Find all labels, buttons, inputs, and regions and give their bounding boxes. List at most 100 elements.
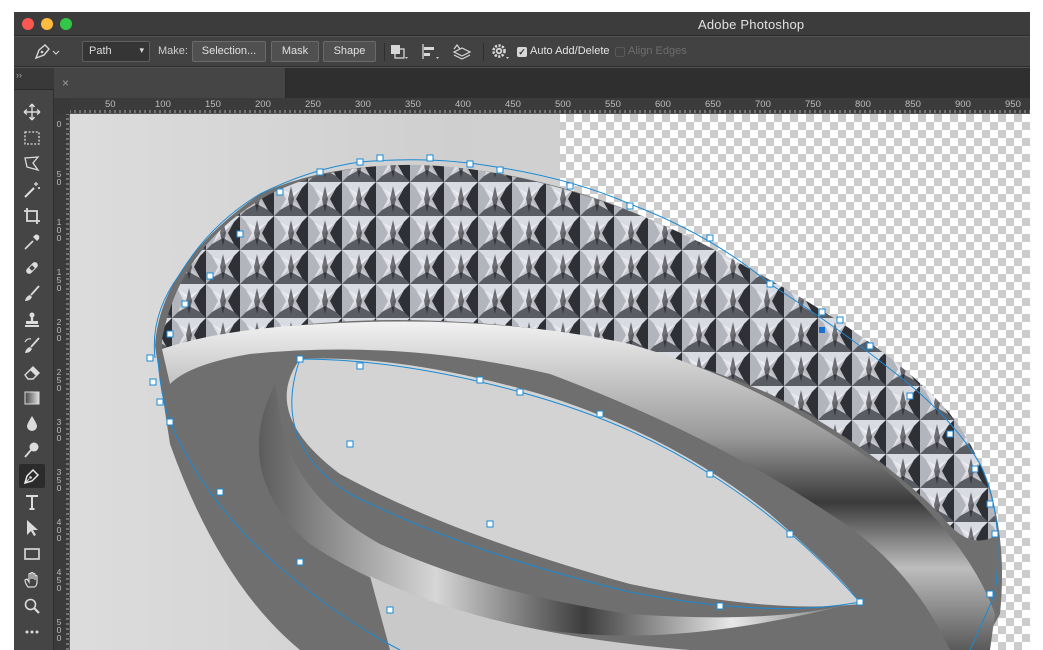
anchor-point[interactable] xyxy=(236,230,244,238)
ruler-label: 850 xyxy=(905,99,921,110)
tool-stamp[interactable] xyxy=(19,308,45,332)
anchor-point[interactable] xyxy=(986,590,994,598)
align-edges-label: Align Edges xyxy=(628,45,687,57)
align-edges-checkbox[interactable] xyxy=(615,47,625,57)
anchor-point[interactable] xyxy=(386,606,394,614)
anchor-point[interactable] xyxy=(906,392,914,400)
anchor-point[interactable] xyxy=(626,202,634,210)
tool-magic-wand[interactable] xyxy=(19,178,45,202)
ruler-label: 100 xyxy=(155,99,171,110)
minimize-window-button[interactable] xyxy=(41,18,53,30)
document-tab-bar: × xyxy=(54,68,1030,98)
anchor-point[interactable] xyxy=(216,488,224,496)
anchor-point[interactable] xyxy=(818,308,826,316)
tool-dodge[interactable] xyxy=(19,438,45,462)
ruler-label: 950 xyxy=(1005,99,1021,110)
tool-eraser[interactable] xyxy=(19,360,45,384)
anchor-point[interactable] xyxy=(706,234,714,242)
auto-add-delete-checkbox[interactable]: ✓ xyxy=(517,47,527,57)
anchor-point[interactable] xyxy=(516,388,524,396)
anchor-point[interactable] xyxy=(836,316,844,324)
tool-lasso[interactable] xyxy=(19,152,45,176)
path-arrangement-icon xyxy=(452,44,472,60)
tool-type[interactable] xyxy=(19,490,45,514)
tool-marquee[interactable] xyxy=(19,126,45,150)
document-canvas[interactable] xyxy=(70,114,1030,650)
anchor-point[interactable] xyxy=(296,558,304,566)
path-alignment-button[interactable] xyxy=(419,43,441,61)
anchor-point[interactable] xyxy=(476,376,484,384)
pen-mode-select[interactable]: Path ▾ xyxy=(82,41,150,62)
maximize-window-button[interactable] xyxy=(60,18,72,30)
anchor-point[interactable] xyxy=(356,362,364,370)
ruler-label: 0 xyxy=(56,119,62,129)
anchor-point[interactable] xyxy=(566,182,574,190)
anchor-point[interactable] xyxy=(986,500,994,508)
ruler-origin[interactable] xyxy=(54,98,70,114)
tool-preset-picker[interactable] xyxy=(32,42,60,62)
anchor-point[interactable] xyxy=(971,465,979,473)
anchor-point[interactable] xyxy=(346,440,354,448)
anchor-point[interactable] xyxy=(376,154,384,162)
ruler-label: 800 xyxy=(855,99,871,110)
anchor-point[interactable] xyxy=(706,470,714,478)
make-selection-button[interactable]: Selection... xyxy=(192,41,266,62)
make-shape-button[interactable]: Shape xyxy=(323,41,376,62)
tool-rectangle[interactable] xyxy=(19,542,45,566)
horizontal-ruler[interactable]: 50 100 150 200 250 300 350 400 450 500 5… xyxy=(70,98,1030,114)
tool-hand[interactable] xyxy=(19,568,45,592)
anchor-point[interactable] xyxy=(466,160,474,168)
pen-mode-value: Path xyxy=(89,45,112,57)
anchor-point[interactable] xyxy=(149,378,157,386)
selected-anchor-point[interactable] xyxy=(819,327,825,333)
anchor-point[interactable] xyxy=(356,158,364,166)
document-tab[interactable]: × xyxy=(54,68,286,98)
anchor-point[interactable] xyxy=(276,188,284,196)
tool-gradient[interactable] xyxy=(19,386,45,410)
move-icon xyxy=(23,103,41,121)
path-arrangement-button[interactable] xyxy=(451,43,473,61)
eraser-icon xyxy=(24,366,40,380)
tool-path-selection[interactable] xyxy=(19,516,45,540)
tool-zoom[interactable] xyxy=(19,594,45,618)
make-mask-button[interactable]: Mask xyxy=(271,41,319,62)
tool-healing[interactable] xyxy=(19,256,45,280)
anchor-point[interactable] xyxy=(486,520,494,528)
anchor-point[interactable] xyxy=(856,598,864,606)
anchor-point[interactable] xyxy=(166,418,174,426)
settings-button[interactable] xyxy=(489,43,511,61)
close-tab-icon[interactable]: × xyxy=(62,76,69,90)
anchor-point[interactable] xyxy=(181,300,189,308)
tool-brush[interactable] xyxy=(19,282,45,306)
tool-history-brush[interactable] xyxy=(19,334,45,358)
anchor-point[interactable] xyxy=(946,430,954,438)
ruler-label: 500 xyxy=(555,99,571,110)
tool-crop[interactable] xyxy=(19,204,45,228)
collapse-toolbar-icon[interactable]: ›› xyxy=(16,70,22,80)
vertical-ruler[interactable]: 0 5 0 1 0 0 1 5 0 2 0 0 2 5 0 3 0 0 3 5 … xyxy=(54,114,70,650)
anchor-point[interactable] xyxy=(786,530,794,538)
anchor-point[interactable] xyxy=(716,602,724,610)
anchor-point[interactable] xyxy=(296,355,304,363)
ruler-label: 400 xyxy=(455,99,471,110)
dodge-icon xyxy=(24,442,39,458)
anchor-point[interactable] xyxy=(496,166,504,174)
path-operations-button[interactable] xyxy=(388,43,410,61)
anchor-point[interactable] xyxy=(991,530,999,538)
tool-pen[interactable] xyxy=(19,464,45,488)
tool-eyedropper[interactable] xyxy=(19,230,45,254)
anchor-point[interactable] xyxy=(766,280,774,288)
tool-move[interactable] xyxy=(19,100,45,124)
anchor-point[interactable] xyxy=(166,330,174,338)
anchor-point[interactable] xyxy=(316,168,324,176)
anchor-point[interactable] xyxy=(426,154,434,162)
anchor-point[interactable] xyxy=(866,342,874,350)
anchor-point[interactable] xyxy=(206,272,214,280)
anchor-point[interactable] xyxy=(146,354,154,362)
anchor-point[interactable] xyxy=(156,398,164,406)
anchor-point[interactable] xyxy=(596,410,604,418)
tool-more[interactable] xyxy=(19,620,45,644)
close-window-button[interactable] xyxy=(22,18,34,30)
hand-icon xyxy=(24,571,38,588)
tool-blur[interactable] xyxy=(19,412,45,436)
